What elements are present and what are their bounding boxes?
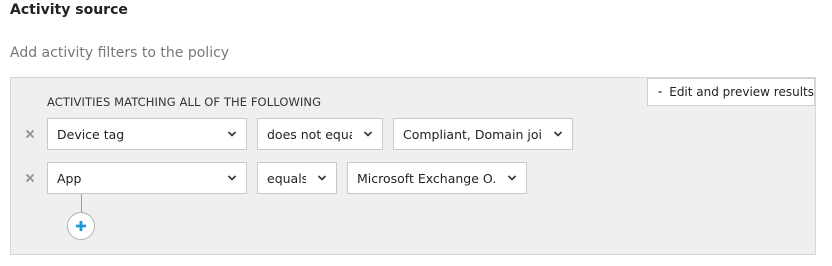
- filter-value-select[interactable]: Microsoft Exchange O...: [347, 162, 527, 194]
- filter-value-text: Compliant, Domain joi...: [403, 126, 542, 142]
- filter-field-select[interactable]: App: [47, 162, 247, 194]
- chevron-down-icon: [227, 131, 237, 137]
- add-filter-button[interactable]: [67, 212, 95, 240]
- filter-field-value: App: [57, 170, 82, 186]
- filter-value-select[interactable]: Compliant, Domain joi...: [393, 118, 573, 150]
- filter-field-select[interactable]: Device tag: [47, 118, 247, 150]
- section-subtitle: Add activity filters to the policy: [10, 45, 230, 61]
- chevron-down-icon: [317, 175, 327, 181]
- filter-operator-value: equals: [267, 170, 306, 186]
- activity-filters-panel: Edit and preview results ACTIVITIES MATC…: [10, 77, 816, 255]
- edit-preview-button[interactable]: Edit and preview results: [647, 78, 815, 106]
- eye-icon: [658, 90, 663, 94]
- remove-filter-icon[interactable]: [24, 128, 36, 140]
- filter-operator-value: does not equal: [267, 126, 352, 142]
- filters-heading: ACTIVITIES MATCHING ALL OF THE FOLLOWING: [47, 95, 322, 109]
- plus-icon: [76, 221, 86, 231]
- remove-filter-icon[interactable]: [24, 172, 36, 184]
- chevron-down-icon: [507, 175, 517, 181]
- section-title: Activity source: [10, 2, 128, 18]
- chevron-down-icon: [363, 131, 373, 137]
- chevron-down-icon: [553, 131, 563, 137]
- filter-value-text: Microsoft Exchange O...: [357, 170, 496, 186]
- chevron-down-icon: [227, 175, 237, 181]
- filter-field-value: Device tag: [57, 126, 125, 142]
- filter-operator-select[interactable]: does not equal: [257, 118, 383, 150]
- edit-preview-label: Edit and preview results: [669, 85, 814, 99]
- filter-operator-select[interactable]: equals: [257, 162, 337, 194]
